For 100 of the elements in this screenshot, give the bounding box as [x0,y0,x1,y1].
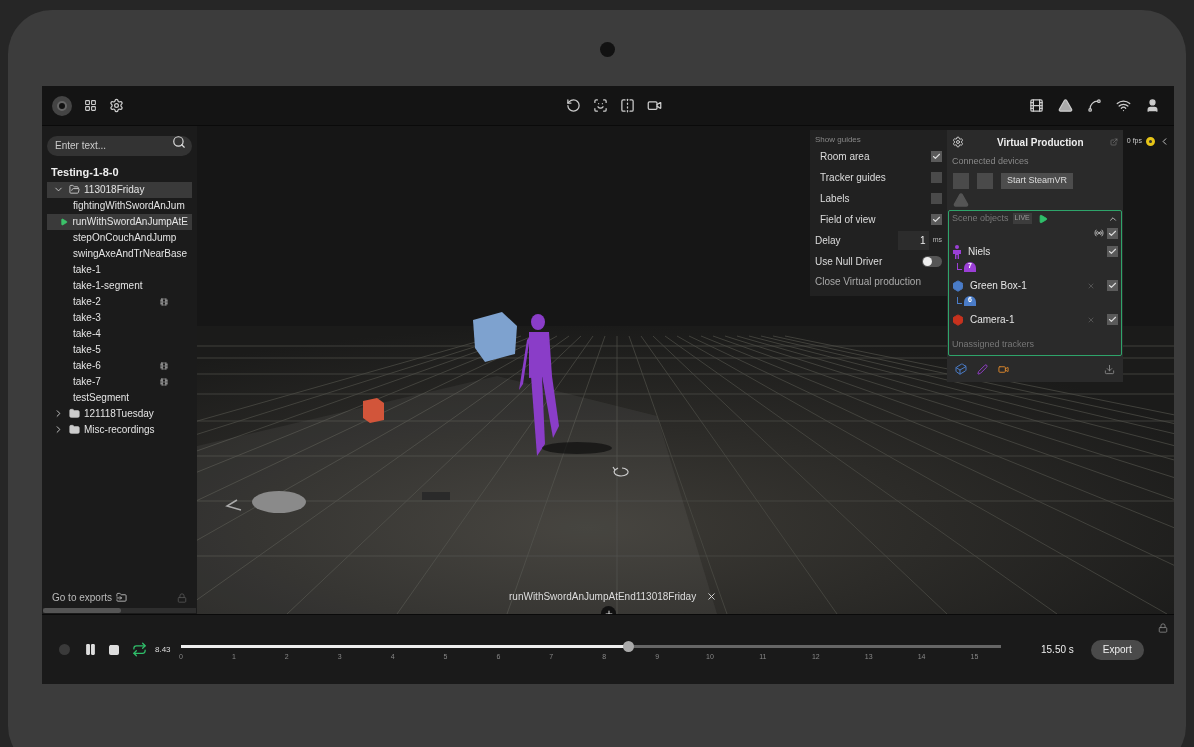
add-box-icon[interactable] [955,363,967,375]
tree-label: take-7 [73,375,102,389]
lock-icon[interactable] [1158,623,1168,633]
triangle-icon [953,191,969,208]
take-row[interactable]: take-6 [47,357,192,374]
tree-label: take-4 [73,327,102,341]
tree-label: take-2 [73,295,102,309]
tree-label: take-3 [73,311,102,325]
take-row[interactable]: take-2 [47,293,192,310]
tree-label: testSegment [73,391,131,405]
start-steamvr-button[interactable]: Start SteamVR [1001,172,1074,189]
logo-icon[interactable] [52,95,72,116]
section-label: Scene objects [952,211,1009,225]
export-button[interactable]: Export [1090,639,1144,660]
object-name: Niels [968,245,992,259]
duration-readout: 15.50 s [1041,643,1074,657]
close-link[interactable]: Close Virtual production [815,274,942,289]
search-field[interactable]: Enter text... [47,135,192,156]
settings-icon[interactable] [109,98,124,113]
guide-label: Labels [820,192,850,206]
video-icon[interactable] [1029,98,1044,113]
panel-title: Virtual Production [997,135,1084,150]
tree-label: stepOnCouchAndJump [73,231,178,245]
take-row[interactable]: take-7 [47,373,192,390]
rotate-icon[interactable] [566,98,581,113]
triangle-icon[interactable] [1058,98,1073,113]
figure-shadow [542,442,612,454]
tree-label: runWithSwordAnJumpAtE [72,215,188,229]
exports-link[interactable]: Go to exports [52,590,113,605]
clip-name: runWithSwordAnJumpAtEnd113018Friday [509,590,697,604]
user-icon[interactable] [1145,98,1160,113]
tree-label: take-1-segment [73,279,144,293]
checkbox[interactable] [1107,314,1118,325]
tree-label: 121118Tuesday [84,407,155,421]
device-slot [977,172,993,189]
object-name: Camera-1 [970,313,1016,327]
stop-icon[interactable] [108,643,120,656]
take-row[interactable]: take-1-segment [47,277,192,294]
pause-icon[interactable] [84,643,97,656]
tree-label: swingAxeAndTrNearBase [73,247,188,261]
take-row[interactable]: fightingWithSwordAnJum [47,197,192,214]
tree-label: Misc-recordings [84,423,156,437]
cube [363,398,384,423]
connector-icon[interactable] [1087,98,1102,113]
delay-field[interactable]: 1 [897,231,929,250]
grid-icon[interactable] [84,99,97,112]
camera-icon[interactable] [647,98,662,113]
folder-row[interactable]: 113018Friday [47,181,192,198]
broadcast-icon [1094,228,1104,238]
cube [473,312,517,362]
device-slot [953,172,969,189]
toggle-switch[interactable] [922,256,942,267]
checkbox[interactable] [931,172,942,183]
take-row[interactable]: stepOnCouchAndJump [47,229,192,246]
take-row[interactable]: runWithSwordAnJumpAtE [47,213,192,230]
take-row[interactable]: testSegment [47,389,192,406]
floor-tile [422,492,450,500]
object-name: Green Box-1 [970,279,1028,293]
add-camera-icon[interactable] [998,363,1009,375]
folder-icon [69,184,80,195]
take-row[interactable]: take-4 [47,325,192,342]
folder-icon [116,592,128,603]
checkbox[interactable] [931,214,942,225]
wifi-icon[interactable] [1116,98,1131,113]
settings-icon[interactable] [952,136,964,148]
checkbox[interactable] [1107,246,1118,257]
loop-icon[interactable] [132,642,147,657]
take-row[interactable]: swingAxeAndTrNearBase [47,245,192,262]
checkbox[interactable] [931,151,942,162]
folder-row[interactable]: Misc-recordings [47,421,192,438]
section-label: Show guides [815,134,862,146]
section-label: Unassigned trackers [952,337,1036,351]
checkbox[interactable] [1107,227,1118,239]
take-row[interactable]: take-1 [47,261,192,278]
tree-label: take-5 [73,343,102,357]
rotate-gizmo-icon [612,466,629,477]
tree-label: 113018Friday [84,183,146,197]
delay-label: Delay [815,234,842,248]
search-icon[interactable] [172,135,186,149]
checkbox[interactable] [931,193,942,204]
guide-label: Room area [820,150,870,164]
playhead-handle[interactable] [622,640,634,652]
mirror-icon[interactable] [620,98,635,113]
folder-icon [69,424,80,435]
current-time: 8.43 [155,643,172,656]
close-icon[interactable] [706,591,718,602]
guide-label: Field of view [820,213,876,227]
folder-row[interactable]: 121118Tuesday [47,405,192,422]
checkbox[interactable] [1107,280,1118,291]
tree-label: take-1 [73,263,102,277]
play-icon[interactable] [1037,213,1048,224]
folder-icon [69,408,80,419]
tree-label: fightingWithSwordAnJum [73,199,186,213]
floor-disc [252,491,306,513]
guide-label: Tracker guides [820,171,886,185]
tree-label: take-6 [73,359,102,373]
null-driver-label: Use Null Driver [815,255,883,269]
take-row[interactable]: take-3 [47,309,192,326]
take-row[interactable]: take-5 [47,341,192,358]
section-label: Connected devices [951,155,1030,168]
